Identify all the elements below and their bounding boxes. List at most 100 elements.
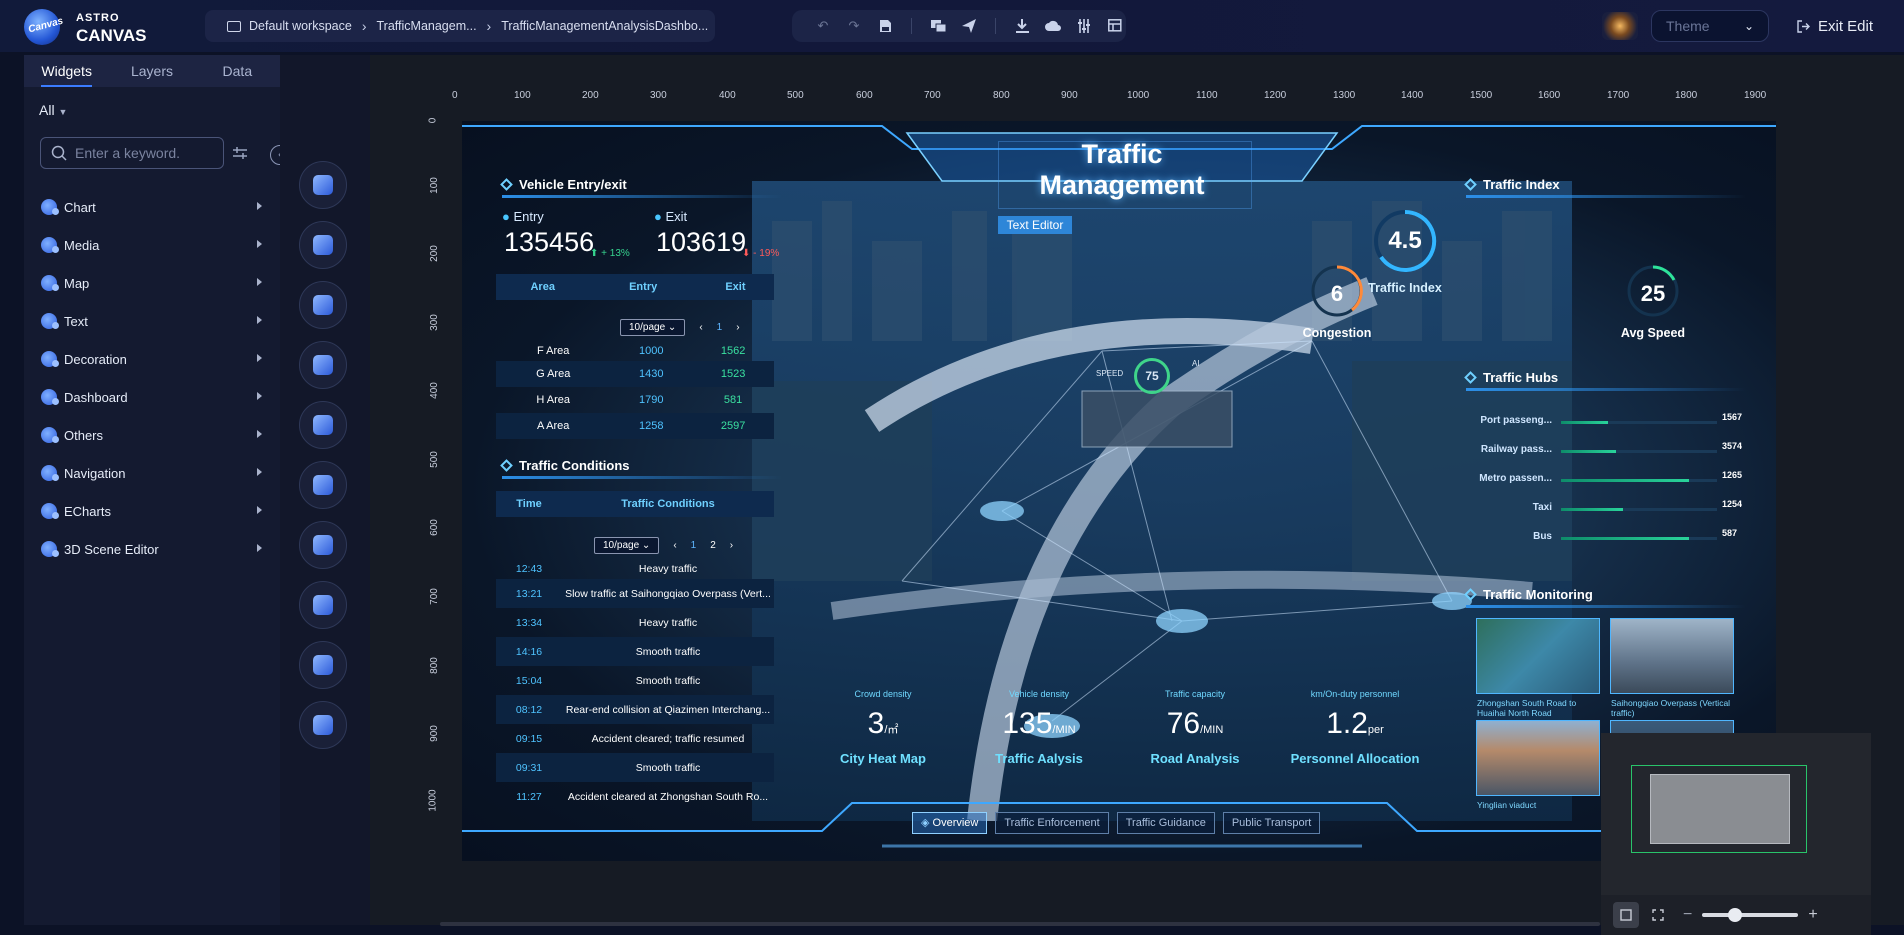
breadcrumb-project[interactable]: TrafficManagem...: [377, 19, 477, 33]
toolbar-divider: [911, 18, 912, 34]
arrow-up-icon: ⬆: [590, 248, 599, 259]
quick-text-button[interactable]: [299, 341, 347, 389]
text-editor-tag[interactable]: Text Editor: [998, 216, 1072, 234]
exit-cell: 1523: [720, 368, 746, 380]
quick-echarts-button[interactable]: [299, 641, 347, 689]
page-number[interactable]: 2: [710, 540, 716, 551]
table-row[interactable]: 09:15 Accident cleared; traffic resumed: [496, 724, 774, 753]
category-others[interactable]: Others: [24, 416, 280, 454]
next-page-icon[interactable]: ›: [730, 540, 733, 551]
fullscreen-icon[interactable]: [1649, 906, 1667, 924]
page-size-select[interactable]: 10/page ⌄: [620, 318, 686, 336]
caret-right-icon: [257, 354, 262, 362]
camera-feed-3[interactable]: [1476, 720, 1600, 796]
preview-icon[interactable]: [929, 17, 947, 35]
category-navigation[interactable]: Navigation: [24, 454, 280, 492]
ai-assistant-icon[interactable]: [1602, 12, 1638, 40]
table-row[interactable]: 14:16 Smooth traffic: [496, 637, 774, 666]
plus-icon[interactable]: +: [1808, 906, 1817, 924]
table-row[interactable]: 08:12 Rear-end collision at Qiazimen Inte…: [496, 695, 774, 724]
quick-chart-button[interactable]: [299, 161, 347, 209]
category-3d-scene-editor[interactable]: 3D Scene Editor: [24, 530, 280, 568]
ruler-tick: 1900: [1744, 90, 1767, 101]
save-icon[interactable]: [876, 17, 894, 35]
nav-overview[interactable]: ◈ Overview: [912, 812, 988, 834]
hub-row[interactable]: Taxi 1254: [1477, 499, 1742, 516]
category-map[interactable]: Map: [24, 264, 280, 302]
hub-row[interactable]: Railway pass... 3574: [1477, 441, 1742, 458]
cloud-icon[interactable]: [1044, 17, 1062, 35]
page-number[interactable]: 1: [691, 540, 697, 551]
nav-traffic-guidance[interactable]: Traffic Guidance: [1116, 812, 1215, 834]
table-row[interactable]: 09:31 Smooth traffic: [496, 753, 774, 782]
dashboard-screen[interactable]: Traffic Management Text Editor Vehicle E…: [462, 121, 1776, 861]
exit-edit-button[interactable]: Exit Edit: [1797, 10, 1887, 42]
settings-icon[interactable]: [1075, 17, 1093, 35]
quick-map-button[interactable]: [299, 281, 347, 329]
hub-row[interactable]: Bus 587: [1477, 528, 1737, 545]
category-chart[interactable]: Chart: [24, 188, 280, 226]
app-logo[interactable]: Canvas ASTRO CANVAS: [24, 6, 147, 48]
category-echarts[interactable]: ECharts: [24, 492, 280, 530]
layout-icon[interactable]: [1106, 17, 1124, 35]
quick-dashboard-button[interactable]: [299, 461, 347, 509]
table-row[interactable]: 13:34 Heavy traffic: [496, 608, 774, 637]
download-icon[interactable]: [1013, 17, 1031, 35]
quick-others-button[interactable]: [299, 521, 347, 569]
search-input[interactable]: [75, 145, 215, 161]
nav-public-transport[interactable]: Public Transport: [1222, 812, 1321, 834]
table-row[interactable]: F Area 1000 1562: [496, 341, 774, 361]
undo-icon[interactable]: ↶: [814, 17, 832, 35]
others-icon: [313, 535, 333, 555]
horizontal-ruler: 0 100 200 300 400 500 600 700 800 900 10…: [452, 90, 1772, 108]
fit-icon[interactable]: [1613, 902, 1639, 928]
map-icon: [313, 295, 333, 315]
minimap-viewport[interactable]: [1631, 765, 1807, 853]
table-row[interactable]: 13:21 Slow traffic at Saihongqiao Overpas…: [496, 579, 774, 608]
page-number[interactable]: 1: [717, 322, 723, 333]
breadcrumb-workspace[interactable]: Default workspace: [249, 19, 352, 33]
ruler-tick: 0: [427, 117, 439, 124]
camera-feed-2[interactable]: [1610, 618, 1734, 694]
table-row[interactable]: H Area 1790 581: [496, 387, 774, 413]
table-row[interactable]: G Area 1430 1523: [496, 361, 774, 387]
index-panel-title: Traffic Index: [1464, 173, 1746, 198]
camera-feed-1[interactable]: [1476, 618, 1600, 694]
category-media[interactable]: Media: [24, 226, 280, 264]
tab-data[interactable]: Data: [195, 55, 280, 87]
prev-page-icon[interactable]: ‹: [673, 540, 676, 551]
quick-decoration-button[interactable]: [299, 401, 347, 449]
area-table: Area Entry Exit: [496, 274, 774, 300]
nav-traffic-enforcement[interactable]: Traffic Enforcement: [995, 812, 1109, 834]
hub-row[interactable]: Port passeng... 1567: [1477, 412, 1742, 429]
category-text[interactable]: Text: [24, 302, 280, 340]
prev-page-icon[interactable]: ‹: [699, 322, 702, 333]
table-row[interactable]: 15:04 Smooth traffic: [496, 666, 774, 695]
table-row[interactable]: A Area 1258 2597: [496, 413, 774, 439]
tab-layers[interactable]: Layers: [109, 55, 194, 87]
quick-navigation-button[interactable]: [299, 581, 347, 629]
tab-widgets[interactable]: Widgets: [24, 55, 109, 87]
search-field[interactable]: [40, 137, 224, 169]
quick-media-button[interactable]: [299, 221, 347, 269]
redo-icon[interactable]: ↷: [845, 17, 863, 35]
filter-icon[interactable]: [232, 145, 248, 161]
category-decoration[interactable]: Decoration: [24, 340, 280, 378]
category-filter[interactable]: All ▼: [39, 102, 67, 118]
category-dashboard[interactable]: Dashboard: [24, 378, 280, 416]
zoom-slider-thumb[interactable]: [1728, 908, 1743, 922]
time-cell: 14:16: [515, 645, 543, 658]
quick-3d-button[interactable]: [299, 701, 347, 749]
theme-select[interactable]: Theme ⌄: [1651, 10, 1769, 42]
zoom-slider[interactable]: [1702, 908, 1799, 922]
page-size-select[interactable]: 10/page ⌄: [594, 536, 660, 554]
table-row[interactable]: 12:43 Heavy traffic: [496, 559, 774, 579]
publish-icon[interactable]: [960, 17, 978, 35]
widget-category-list: Chart Media Map Text Decoration Dashboar…: [24, 188, 280, 568]
page-size-value: 10/page: [603, 539, 640, 551]
hub-row[interactable]: Metro passen... 1265: [1477, 470, 1742, 487]
next-page-icon[interactable]: ›: [736, 322, 739, 333]
breadcrumb-screen[interactable]: TrafficManagementAnalysisDashbo...: [501, 19, 708, 33]
minus-icon[interactable]: −: [1683, 906, 1692, 924]
horizontal-scrollbar[interactable]: [440, 922, 1600, 926]
